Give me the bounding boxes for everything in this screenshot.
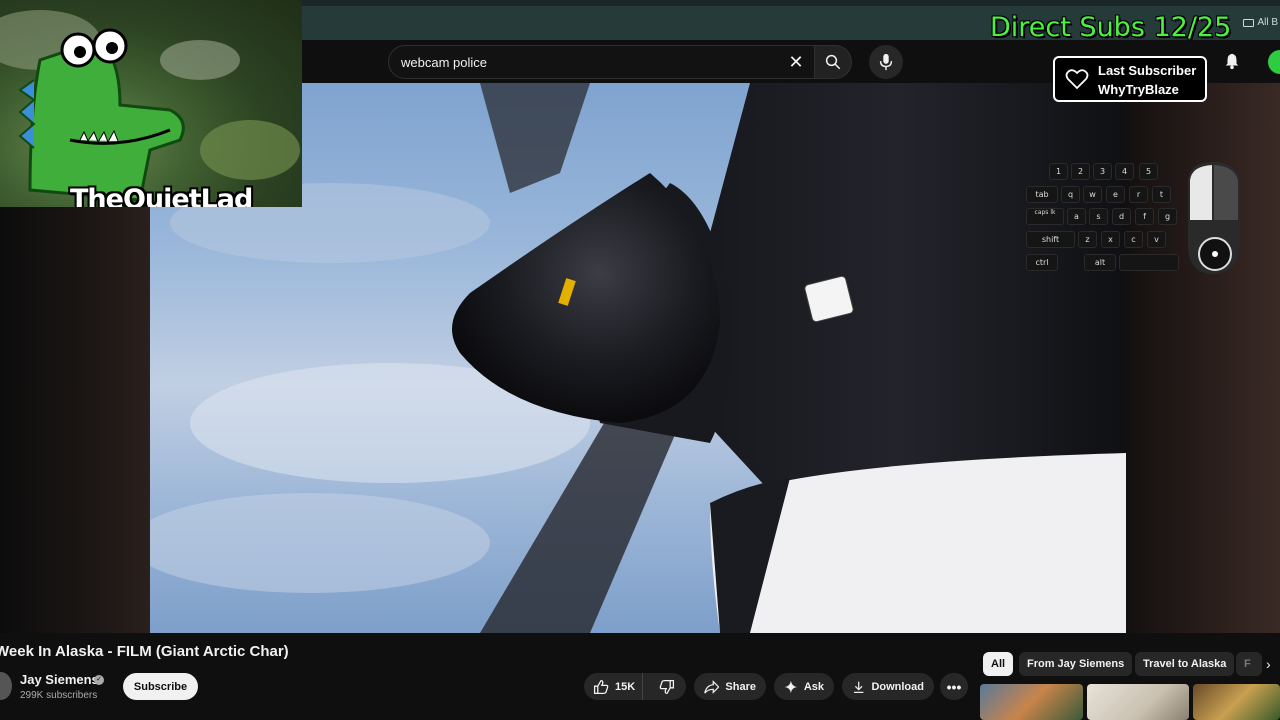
bell-icon — [1225, 53, 1239, 70]
key-s: s — [1089, 208, 1108, 225]
key-tab: tab — [1026, 186, 1058, 203]
tab-strip — [302, 0, 1280, 6]
subscriber-count: 299K subscribers — [20, 690, 98, 701]
chip-all[interactable]: All — [983, 652, 1014, 676]
key-q: q — [1061, 186, 1080, 203]
chevron-right-icon[interactable]: › — [1266, 654, 1280, 674]
crocodile-mascot-image — [0, 10, 300, 202]
channel-avatar[interactable] — [0, 672, 12, 700]
key-v: v — [1147, 231, 1166, 248]
video-title: Week In Alaska - FILM (Giant Arctic Char… — [0, 643, 289, 660]
account-avatar[interactable] — [1268, 50, 1280, 74]
microphone-icon — [879, 53, 893, 71]
key-z: z — [1078, 231, 1097, 248]
like-count: 15K — [615, 680, 636, 693]
key-alt: alt — [1084, 254, 1116, 271]
streamer-webcam: TheQuietLad — [0, 0, 302, 207]
key-c: c — [1124, 231, 1143, 248]
share-button[interactable]: Share — [694, 673, 766, 700]
like-dislike-group: 15K — [584, 673, 686, 700]
key-a: a — [1067, 208, 1086, 225]
key-w: w — [1083, 186, 1102, 203]
thumbs-down-icon — [659, 679, 675, 694]
key-ctrl: ctrl — [1026, 254, 1058, 271]
download-button[interactable]: Download — [842, 673, 934, 700]
bookmark-all[interactable]: All B — [1243, 17, 1278, 28]
more-icon: ••• — [946, 678, 962, 695]
chip-partial[interactable]: F — [1236, 652, 1262, 676]
bookmark-label: All B — [1257, 17, 1278, 28]
share-label: Share — [725, 680, 756, 693]
streamer-name: TheQuietLad — [70, 184, 253, 207]
direct-subs-counter: Direct Subs 12/25 — [990, 12, 1232, 43]
key-x: x — [1101, 231, 1120, 248]
clear-search-button[interactable]: ✕ — [785, 52, 807, 74]
key-3: 3 — [1093, 163, 1112, 180]
last-subscriber-name: WhyTryBlaze — [1098, 82, 1179, 97]
mouse-overlay-icon — [1188, 162, 1240, 274]
key-f: f — [1135, 208, 1154, 225]
download-icon — [854, 681, 864, 693]
last-subscriber-panel: Last Subscriber WhyTryBlaze — [1053, 56, 1207, 102]
keyboard-overlay: 1 2 3 4 5 tab q w e r t caps lk a s d f … — [1024, 163, 1184, 278]
key-4: 4 — [1115, 163, 1134, 180]
notifications-button[interactable] — [1220, 49, 1244, 73]
subscribe-button[interactable]: Subscribe — [123, 673, 198, 700]
share-icon — [704, 679, 720, 694]
chip-travel-to-alaska[interactable]: Travel to Alaska — [1135, 652, 1235, 676]
key-shift: shift — [1026, 231, 1075, 248]
search-input[interactable] — [401, 46, 781, 78]
channel-name[interactable]: Jay Siemens — [20, 672, 99, 687]
key-space — [1119, 254, 1179, 271]
chip-from-channel[interactable]: From Jay Siemens — [1019, 652, 1133, 676]
key-d: d — [1112, 208, 1131, 225]
key-r: r — [1129, 186, 1148, 203]
ask-button[interactable]: Ask — [774, 673, 834, 700]
key-t: t — [1152, 186, 1171, 203]
recommended-thumbnail[interactable] — [1087, 684, 1189, 720]
voice-search-button[interactable] — [869, 45, 903, 79]
key-1: 1 — [1049, 163, 1068, 180]
key-e: e — [1106, 186, 1125, 203]
search-button[interactable] — [814, 45, 852, 79]
folder-icon — [1243, 18, 1255, 27]
verified-badge-icon: ✓ — [94, 675, 104, 685]
dislike-button[interactable] — [649, 673, 686, 700]
download-label: Download — [871, 680, 924, 693]
recommended-thumbnail[interactable] — [1193, 684, 1280, 720]
key-caps-lock: caps lk — [1026, 208, 1064, 225]
key-5: 5 — [1139, 163, 1158, 180]
thumbs-up-icon — [593, 679, 609, 694]
key-2: 2 — [1071, 163, 1090, 180]
heart-icon — [1065, 69, 1089, 90]
last-subscriber-label: Last Subscriber — [1098, 63, 1197, 78]
recommended-thumbnail[interactable] — [980, 684, 1083, 720]
search-icon — [825, 54, 841, 70]
sparkle-icon — [784, 680, 798, 693]
ask-label: Ask — [803, 680, 824, 693]
like-button[interactable]: 15K — [584, 673, 643, 700]
more-actions-button[interactable]: ••• — [940, 673, 968, 700]
search-box: ✕ — [388, 45, 820, 79]
key-g: g — [1158, 208, 1177, 225]
